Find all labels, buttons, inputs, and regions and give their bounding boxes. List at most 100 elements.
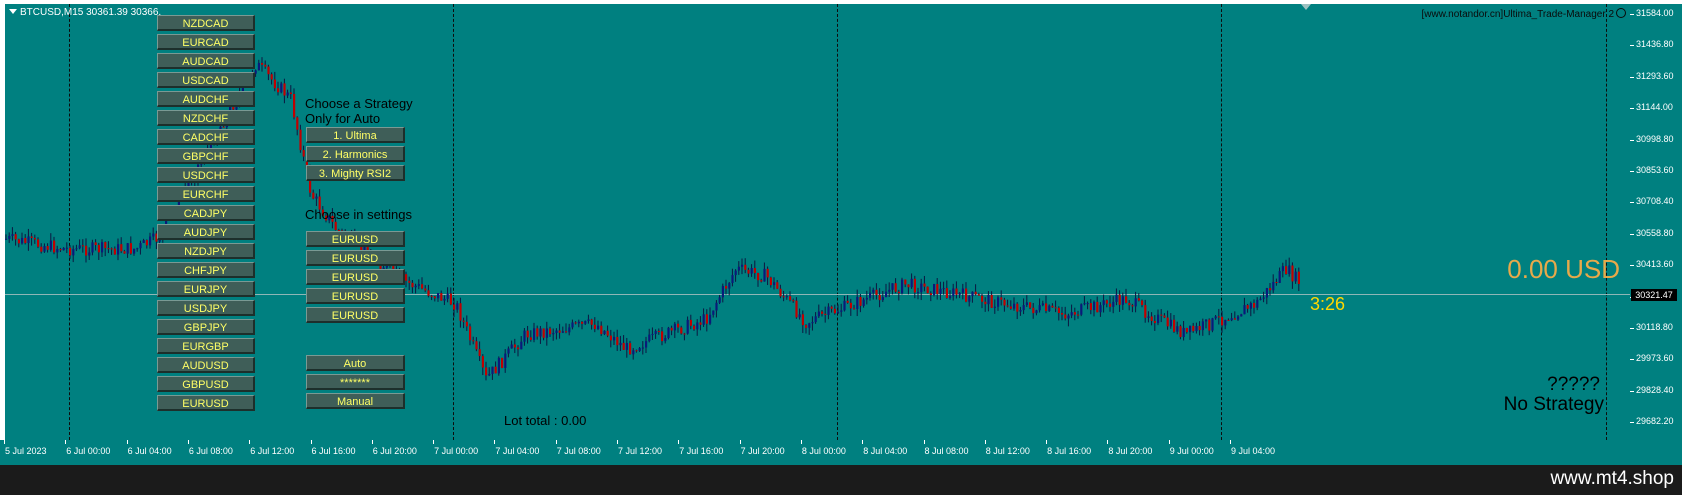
candle-body [286, 92, 289, 96]
time-tick [800, 440, 802, 444]
time-scale[interactable]: 5 Jul 2023 6 Jul 00:00 6 Jul 04:00 6 Jul 08… [0, 440, 1682, 465]
pair-button-gbpchf[interactable]: GBPCHF [157, 148, 255, 164]
candle-body [1029, 302, 1032, 308]
candle-body [443, 298, 446, 301]
candle-body [1253, 303, 1256, 308]
price-tick [1630, 359, 1634, 361]
candle-body [645, 341, 648, 348]
pair-button-audcad[interactable]: AUDCAD [157, 53, 255, 69]
candlestick-series [5, 57, 1300, 381]
candle-body [1163, 315, 1166, 318]
strategy-button-3[interactable]: 3. Mighty RSI2 [306, 165, 405, 181]
pair-button-chfjpy[interactable]: CHFJPY [157, 262, 255, 278]
candle-body [1086, 303, 1089, 305]
pair-button-cadjpy[interactable]: CADJPY [157, 205, 255, 221]
symbol-button-5[interactable]: EURUSD [306, 307, 405, 323]
pair-button-gbpjpy[interactable]: GBPJPY [157, 319, 255, 335]
pair-button-eurcad[interactable]: EURCAD [157, 34, 255, 50]
candle-body [549, 328, 552, 335]
candle-body [1240, 314, 1243, 317]
price-tick [1630, 171, 1634, 172]
chart-window: BTCUSD,M15 30361.39 30366. [www.notandor… [0, 0, 1682, 465]
time-label: 7 Jul 20:00 [740, 446, 785, 456]
candle-body [33, 237, 36, 240]
candle-body [1176, 326, 1179, 332]
price-label: 31584.00 [1636, 8, 1674, 18]
pair-button-audchf[interactable]: AUDCHF [157, 91, 255, 107]
candle-body [661, 331, 664, 342]
candle-body [670, 327, 673, 331]
candle-body [577, 321, 580, 324]
candle-body [1265, 288, 1268, 298]
candle-body [622, 342, 625, 350]
candle-body [907, 284, 910, 288]
pair-button-eurusd[interactable]: EURUSD [157, 395, 255, 411]
symbol-button-4[interactable]: EURUSD [306, 288, 405, 304]
pair-button-cadchf[interactable]: CADCHF [157, 129, 255, 145]
pair-button-usdjpy[interactable]: USDJPY [157, 300, 255, 316]
price-tick [1630, 265, 1634, 267]
pair-button-nzdcad[interactable]: NZDCAD [157, 15, 255, 31]
candle-body [939, 288, 942, 295]
pair-button-audusd[interactable]: AUDUSD [157, 357, 255, 373]
candle-body [1019, 310, 1022, 312]
symbol-button-2[interactable]: EURUSD [306, 250, 405, 266]
price-label: 31436.80 [1636, 39, 1674, 50]
pair-button-audjpy[interactable]: AUDJPY [157, 224, 255, 240]
candle-body [936, 284, 939, 295]
symbol-button-1[interactable]: EURUSD [306, 231, 405, 247]
candle-body [737, 266, 740, 271]
candle-body [1006, 305, 1009, 307]
candle-body [942, 288, 945, 290]
status-question-marks: ????? [1547, 374, 1600, 395]
price-tick [1630, 14, 1634, 15]
candle-body [817, 311, 820, 317]
password-mode-button[interactable]: ******* [306, 374, 405, 390]
candle-body [1048, 305, 1051, 311]
pair-button-usdcad[interactable]: USDCAD [157, 72, 255, 88]
candle-body [1003, 299, 1006, 306]
time-label: 8 Jul 12:00 [985, 446, 1030, 456]
candle-body [968, 296, 971, 302]
candle-body [1195, 325, 1198, 332]
time-tick [678, 440, 680, 444]
candle-body [744, 264, 747, 270]
candle-body [827, 306, 830, 315]
candle-body [533, 328, 536, 340]
pair-button-eurgbp[interactable]: EURGBP [157, 338, 255, 354]
pair-button-eurjpy[interactable]: EURJPY [157, 281, 255, 297]
candle-body [593, 324, 596, 329]
pair-button-nzdchf[interactable]: NZDCHF [157, 110, 255, 126]
time-label: 9 Jul 04:00 [1231, 446, 1276, 456]
candle-body [929, 293, 932, 296]
auto-mode-button[interactable]: Auto [306, 355, 405, 371]
pair-button-nzdjpy[interactable]: NZDJPY [157, 243, 255, 259]
pair-button-usdchf[interactable]: USDCHF [157, 167, 255, 183]
manual-mode-button[interactable]: Manual [306, 393, 405, 409]
smiley-icon [1616, 8, 1626, 18]
candle-body [574, 322, 577, 324]
candle-body [1025, 302, 1028, 306]
candle-body [686, 319, 689, 334]
candle-body [590, 319, 593, 325]
chart-plot-area[interactable]: BTCUSD,M15 30361.39 30366. [www.notandor… [5, 4, 1630, 440]
candle-body [53, 240, 56, 253]
pair-button-eurchf[interactable]: EURCHF [157, 186, 255, 202]
price-scale[interactable]: 31584.00 31436.80 31293.60 31144.00 30998.80… [1630, 4, 1682, 440]
strategy-button-2[interactable]: 2. Harmonics [306, 146, 405, 162]
candle-body [798, 314, 801, 318]
candle-body [465, 321, 468, 327]
candle-body [888, 289, 891, 292]
symbol-button-3[interactable]: EURUSD [306, 269, 405, 285]
candle-body [424, 288, 427, 291]
candle-body [1083, 303, 1086, 305]
current-price-tag: 30321.47 [1631, 289, 1677, 301]
pair-button-gbpusd[interactable]: GBPUSD [157, 376, 255, 392]
candle-body [1278, 271, 1281, 283]
candle-body [977, 294, 980, 296]
time-label: 7 Jul 16:00 [679, 446, 724, 456]
price-label: 31144.00 [1636, 102, 1673, 113]
candle-body [1291, 265, 1294, 282]
strategy-button-1[interactable]: 1. Ultima [306, 127, 405, 143]
candle-body [1032, 307, 1035, 314]
